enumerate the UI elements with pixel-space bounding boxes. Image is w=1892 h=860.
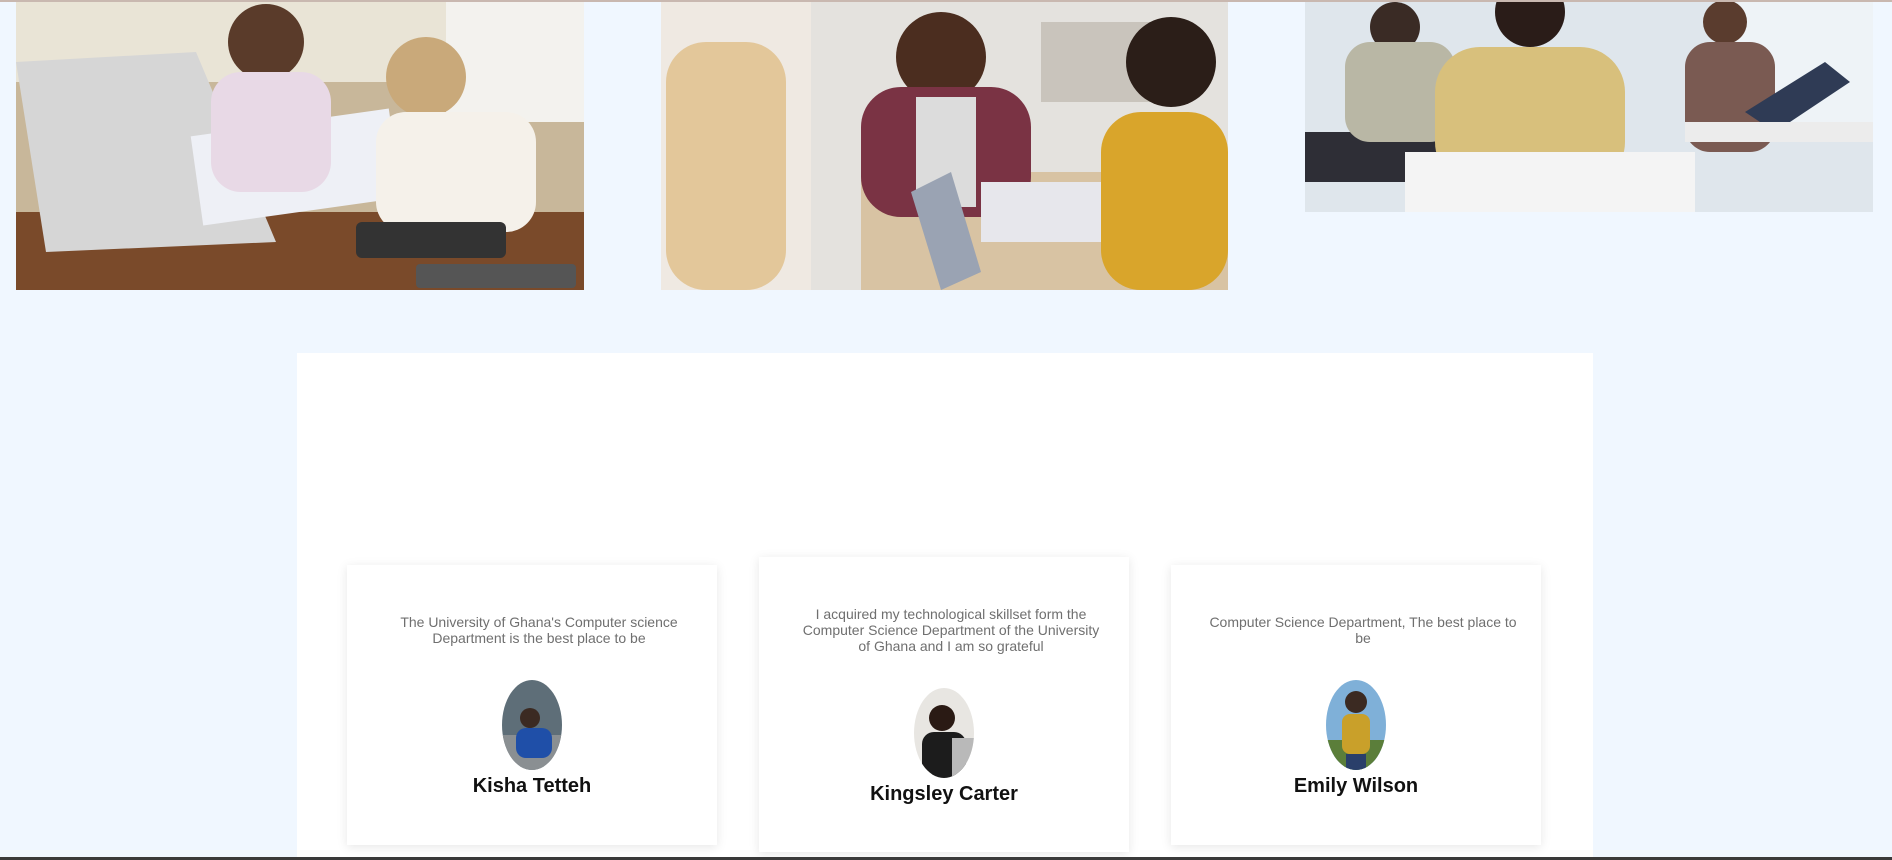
testimonial-name: Kingsley Carter <box>870 783 1018 805</box>
testimonial-card: Computer Science Department, The best pl… <box>1171 565 1541 845</box>
gallery-photo-3 <box>1305 2 1873 212</box>
testimonial-name: Kisha Tetteh <box>472 775 592 797</box>
avatar <box>502 680 562 770</box>
avatar <box>914 688 974 778</box>
gallery-photo-2 <box>661 2 1228 290</box>
testimonial-name: Emily Wilson <box>1293 775 1419 797</box>
avatar <box>1326 680 1386 770</box>
testimonial-card: I acquired my technological skillset for… <box>759 557 1129 852</box>
testimonial-quote: I acquired my technological skillset for… <box>802 606 1100 654</box>
testimonial-quote: The University of Ghana's Computer scien… <box>400 614 678 646</box>
testimonial-card: The University of Ghana's Computer scien… <box>347 565 717 845</box>
gallery-photo-1 <box>16 2 584 290</box>
testimonial-quote: Computer Science Department, The best pl… <box>1209 614 1517 646</box>
